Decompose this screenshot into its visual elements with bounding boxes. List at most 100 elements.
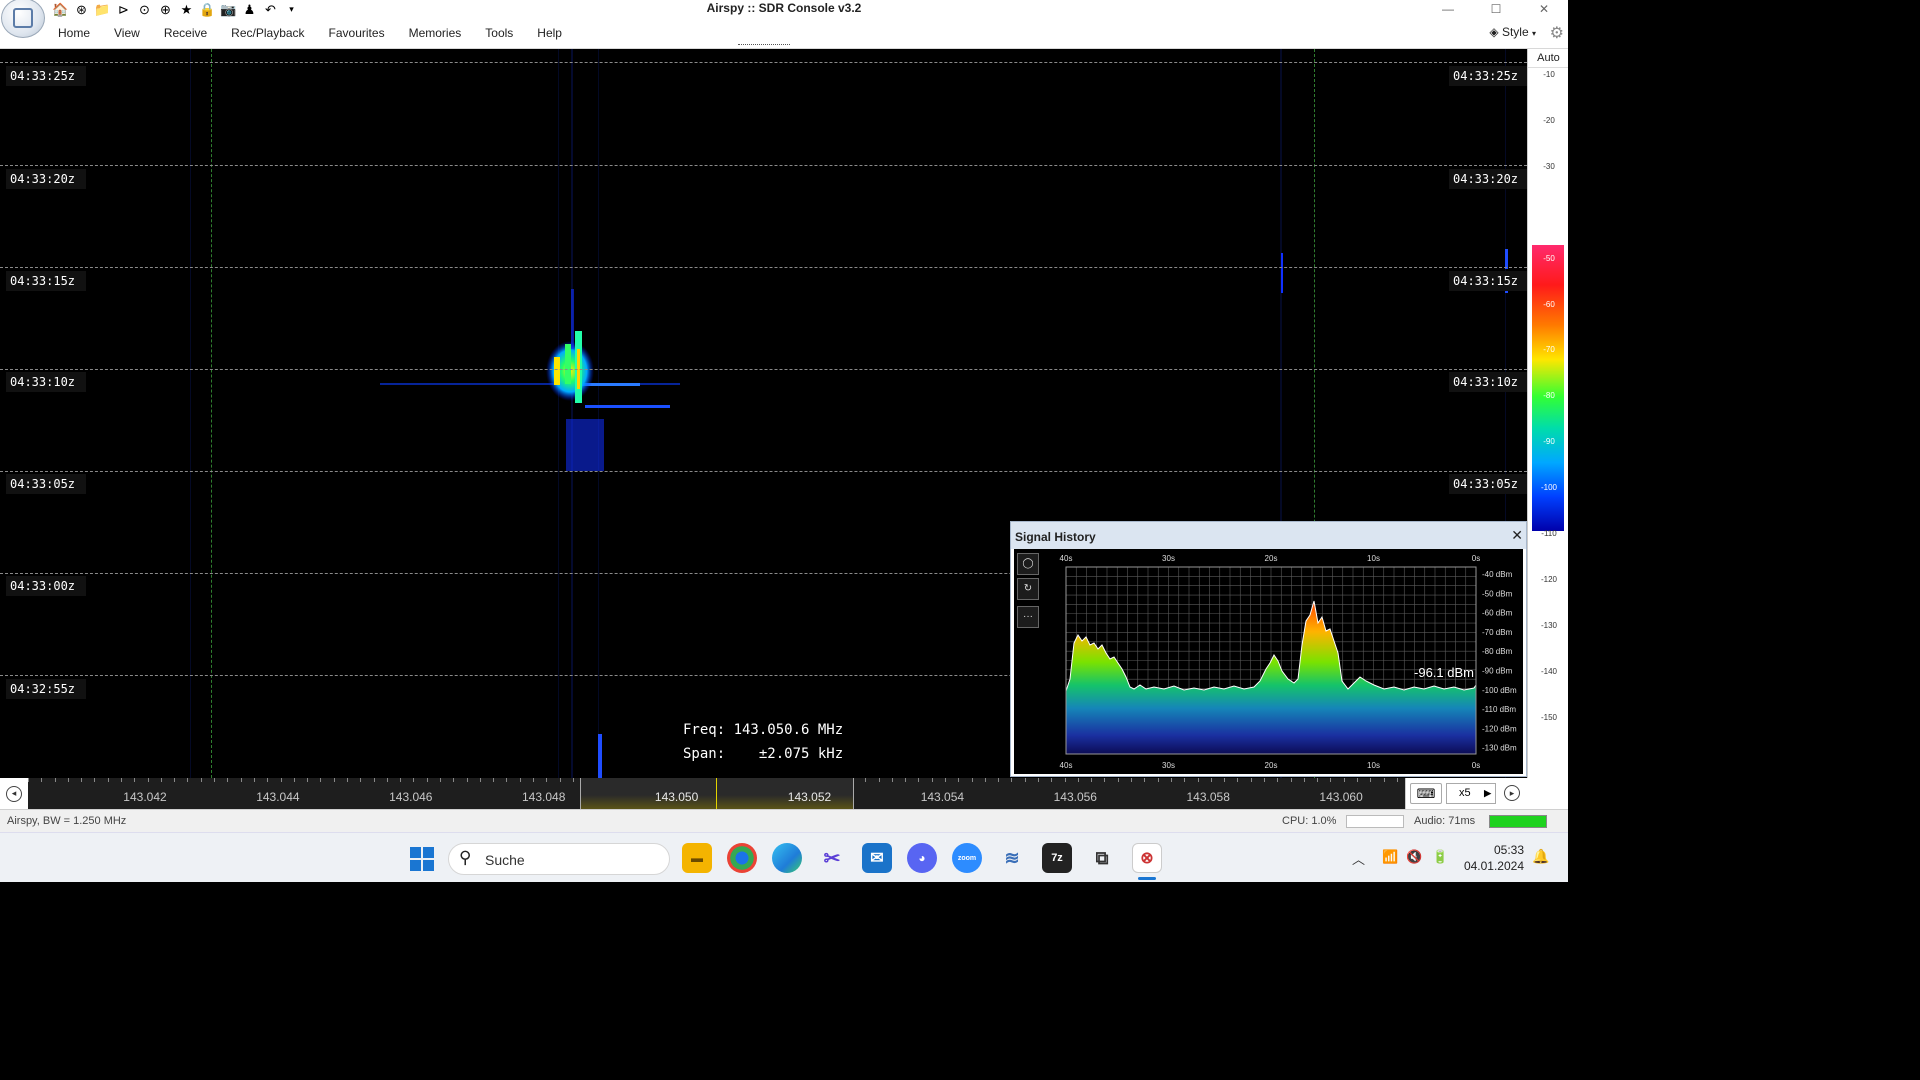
ruler-tick <box>439 778 441 782</box>
zoom-selector[interactable]: x5 ▶ <box>1446 783 1496 804</box>
tune-left-button[interactable]: ◂ <box>0 778 28 809</box>
frequency-tick-label: 143.044 <box>256 790 300 804</box>
tune-right-button[interactable]: ▸ <box>1504 785 1520 801</box>
ruler-tick <box>1170 778 1172 782</box>
time-label: 04:33:00z <box>6 576 86 596</box>
ruler-tick <box>253 778 255 782</box>
y-axis-label: -40 dBm <box>1482 570 1513 579</box>
7zip-icon[interactable]: 7z <box>1042 843 1072 873</box>
ruler-tick <box>134 778 136 782</box>
ruler-tick <box>54 778 56 782</box>
ruler-tick <box>958 778 960 782</box>
zoom-icon[interactable]: zoom <box>952 843 982 873</box>
menu-tools[interactable]: Tools <box>473 26 525 40</box>
ruler-tick <box>1011 778 1013 782</box>
ruler-tick <box>1383 778 1385 782</box>
menu-view[interactable]: View <box>102 26 152 40</box>
speaker-muted-icon[interactable]: 🔇 <box>1406 849 1422 865</box>
chevron-down-icon: ▾ <box>1531 29 1536 38</box>
windows-start-icon[interactable] <box>410 847 434 871</box>
auto-scale-button[interactable]: Auto <box>1528 49 1568 68</box>
ruler-tick <box>918 778 920 782</box>
chrome-icon[interactable] <box>727 843 757 873</box>
ruler-tick <box>81 778 83 782</box>
remote-desktop-icon[interactable]: ⧉ <box>1087 843 1117 873</box>
y-axis-label: -100 dBm <box>1482 686 1517 695</box>
ruler-tick <box>1117 778 1119 782</box>
minimize-icon[interactable]: — <box>1424 0 1472 18</box>
menu-receive[interactable]: Receive <box>152 26 219 40</box>
chevron-up-icon[interactable]: ︿ <box>1352 849 1365 868</box>
ruler-tick <box>107 778 109 782</box>
menu-help[interactable]: Help <box>525 26 574 40</box>
clock-time: 05:33 <box>1493 843 1524 857</box>
taskbar-clock[interactable]: 05:33 04.01.2024 <box>1462 842 1524 874</box>
ruler-tick <box>187 778 189 782</box>
close-window-icon[interactable]: ✕ <box>1520 0 1568 18</box>
x-axis-label: 0s <box>1472 761 1480 770</box>
ruler-tick <box>931 778 933 782</box>
menu-rec-playback[interactable]: Rec/Playback <box>219 26 316 40</box>
db-scale[interactable]: Auto -10 -20 -30 -40 -50 -60 -70 -80 -90 -100 -110… <box>1527 49 1568 778</box>
ruler-tick <box>865 778 867 782</box>
current-signal-value: -96.1 dBm <box>1414 665 1474 680</box>
battery-icon[interactable]: 🔋 <box>1432 849 1448 865</box>
ruler-tick <box>1277 778 1279 782</box>
edge-icon[interactable] <box>772 843 802 873</box>
ruler-tick <box>307 778 309 782</box>
mail-icon[interactable]: ✉ <box>862 843 892 873</box>
time-gridline <box>0 165 1527 166</box>
maximize-icon[interactable]: ☐ <box>1472 0 1520 18</box>
scale-tick-label: -40 <box>1543 207 1555 217</box>
ruler-tick <box>147 778 149 782</box>
snipping-tool-icon[interactable]: ✂ <box>817 843 847 873</box>
search-icon: ⚲ <box>459 848 472 867</box>
ruler-tick <box>493 778 495 782</box>
wifi-icon[interactable]: 📶 <box>1382 849 1398 865</box>
close-icon[interactable]: ✕ <box>1511 527 1523 544</box>
discord-icon[interactable]: ◕ <box>907 843 937 873</box>
app-blue-icon[interactable]: ≋ <box>997 843 1027 873</box>
notification-bell-icon[interactable]: 🔔 <box>1532 848 1549 865</box>
main-menu: Home View Receive Rec/Playback Favourite… <box>46 26 574 40</box>
tuning-marker[interactable] <box>716 778 717 809</box>
app-logo-icon <box>13 8 33 28</box>
device-status: Airspy, BW = 1.250 MHz <box>7 815 127 827</box>
time-gridline <box>0 267 1527 268</box>
scale-tick-label: -70 <box>1543 345 1555 355</box>
y-axis-label: -70 dBm <box>1482 628 1513 637</box>
ruler-tick <box>240 778 242 782</box>
keyboard-icon[interactable]: ⌨ <box>1410 783 1442 804</box>
signal-history-panel[interactable]: Signal History ✕ ◯ ↻ ··· -40 dBm -50 dBm… <box>1010 521 1527 777</box>
file-explorer-icon[interactable]: ▬ <box>682 843 712 873</box>
ruler-tick <box>1024 778 1026 782</box>
span-readout: Span: ±2.075 kHz <box>683 746 844 762</box>
time-label: 04:33:05z <box>6 474 86 494</box>
menu-favourites[interactable]: Favourites <box>317 26 397 40</box>
style-dropdown[interactable]: ◈ Style ▾ <box>1489 25 1536 39</box>
ruler-tick <box>1197 778 1199 782</box>
frequency-tick-label: 143.050 <box>654 790 699 804</box>
status-bar: Airspy, BW = 1.250 MHz CPU: 1.0% Audio: … <box>0 809 1568 832</box>
ruler-tick <box>1184 778 1186 782</box>
clock-date: 04.01.2024 <box>1463 859 1524 873</box>
ruler-tick <box>466 778 468 782</box>
ruler-tick <box>267 778 269 782</box>
x-axis-label: 40s <box>1060 554 1073 563</box>
ruler-tick <box>1157 778 1159 782</box>
sdr-console-icon[interactable]: ⊗ <box>1132 843 1162 873</box>
gear-icon[interactable]: ⚙ <box>1550 23 1564 43</box>
scale-tick-label: -90 <box>1543 437 1555 447</box>
time-label: 04:33:20z <box>6 169 86 189</box>
ribbon-grip[interactable] <box>738 44 790 45</box>
ruler-tick <box>1237 778 1239 782</box>
time-label: 04:33:05z <box>1449 474 1527 494</box>
ruler-tick <box>41 778 43 782</box>
lower-filter-line <box>211 49 212 778</box>
time-label: 04:33:20z <box>1449 169 1527 189</box>
window-controls: — ☐ ✕ <box>1424 0 1568 18</box>
menu-home[interactable]: Home <box>46 26 102 40</box>
ruler-tick <box>1038 778 1040 782</box>
menu-memories[interactable]: Memories <box>397 26 474 40</box>
taskbar-search[interactable]: ⚲ Suche <box>448 843 670 875</box>
